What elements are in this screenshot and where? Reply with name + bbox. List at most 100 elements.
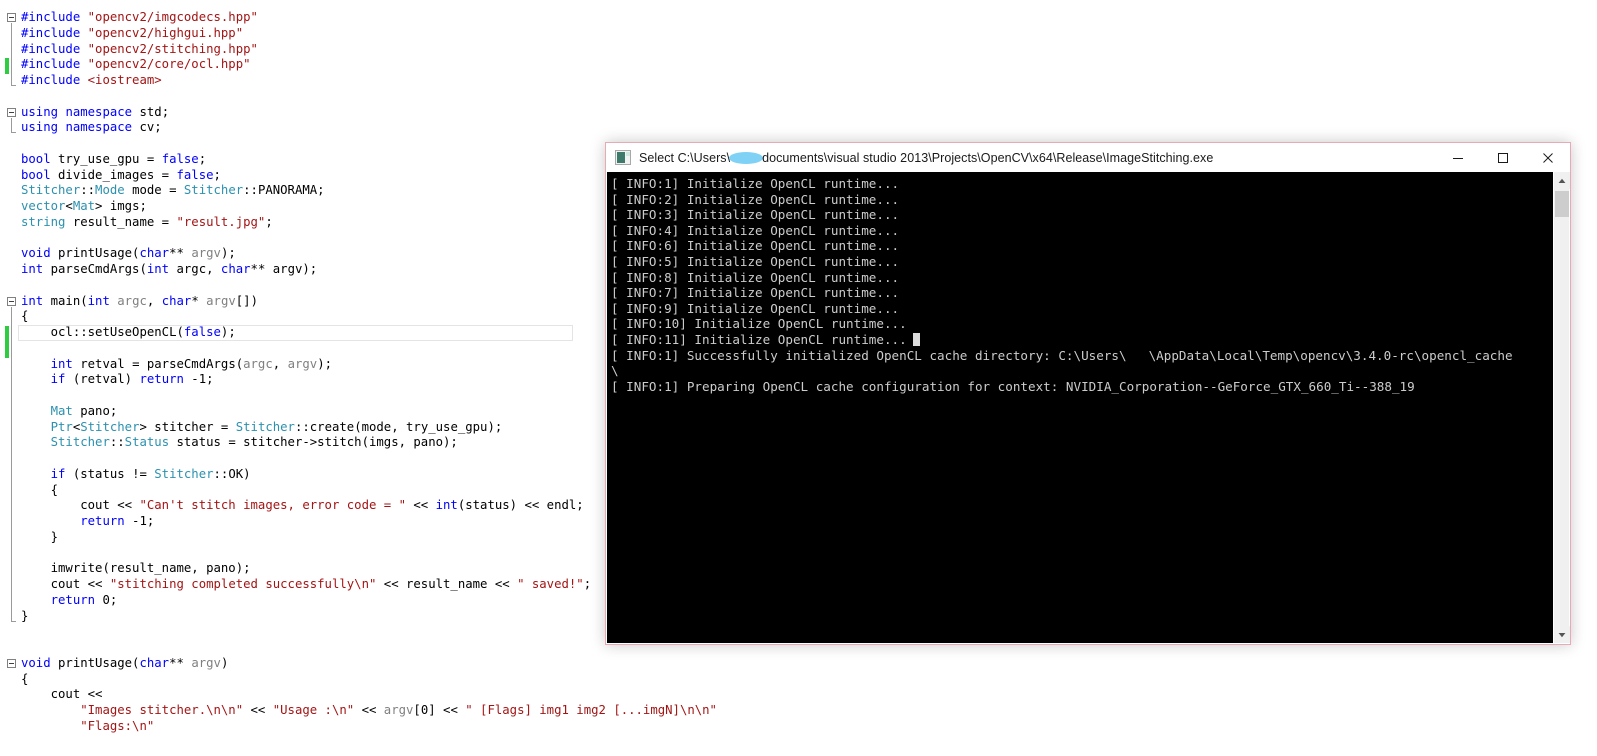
code-line[interactable]: "Flags:\n" [0,719,1597,735]
maximize-icon [1497,152,1508,163]
code-token: cv; [132,120,162,135]
console-vertical-scrollbar[interactable] [1553,172,1570,643]
code-token: ); [220,246,236,261]
code-token: ::PANORAMA; [243,183,325,198]
code-line[interactable]: { [0,672,1597,688]
code-token: return [139,372,184,387]
code-token: ** argv); [250,262,318,276]
scrollbar-down-arrow[interactable] [1554,626,1570,643]
code-line[interactable]: void printUsage(char** argv) [0,656,1597,672]
console-line: [ INFO:4] Initialize OpenCL runtime... [611,223,1552,239]
scrollbar-thumb[interactable] [1555,191,1569,217]
code-token: :: [109,435,125,450]
console-window[interactable]: Select C:\Users\ documents\visual studio … [605,142,1571,645]
console-line-text: \AppData\Local\Temp\opencv\3.4.0-rc\open… [1148,347,1513,363]
console-titlebar[interactable]: Select C:\Users\ documents\visual studio … [606,143,1570,172]
code-line[interactable]: using namespace std; [0,105,1597,121]
code-token: mode = [124,183,184,198]
code-token: ** [169,246,192,261]
code-line[interactable]: #include "opencv2/imgcodecs.hpp" [0,10,1597,26]
code-token: Status [124,435,170,450]
code-token: #include [21,57,88,72]
code-token: cout << [80,498,140,513]
code-token: 0; [95,592,118,607]
code-token: ::OK) [213,466,251,481]
code-token: return [80,514,125,528]
code-token: result_name = [65,214,177,229]
code-token: << [243,703,273,717]
code-token: void [21,655,51,670]
maximize-button[interactable] [1480,143,1525,172]
scrollbar-track[interactable] [1554,189,1569,626]
code-token: ); [317,356,332,371]
minimize-button[interactable] [1435,143,1480,172]
code-token: if [50,372,66,387]
console-line-text: [ INFO:11] Initialize OpenCL runtime... [611,331,907,347]
code-token: "result.jpg" [176,214,266,229]
code-token: " saved!" [517,577,584,591]
code-token: argv [191,246,221,261]
code-token: Stitcher [80,419,140,434]
code-token: namespace [65,120,133,135]
console-line: [ INFO:10] Initialize OpenCL runtime... [611,316,1552,332]
code-token: char [161,293,192,308]
console-line-text: [ INFO:1] Initialize OpenCL runtime... [611,176,900,191]
code-token: (status) << endl; [457,498,584,513]
console-line: [ INFO:6] Initialize OpenCL runtime... [611,238,1552,254]
console-line: [ INFO:8] Initialize OpenCL runtime... [611,270,1552,286]
window-controls[interactable] [1435,143,1570,172]
code-token: vector [21,199,66,213]
code-token: ; [213,167,221,182]
code-token: "Usage :\n" [272,703,355,717]
code-token: ) [220,655,229,670]
code-token: int [21,262,44,276]
code-token: namespace [65,104,133,119]
code-token: string [21,214,66,229]
code-token: ; [265,214,273,229]
console-output-area[interactable]: [ INFO:1] Initialize OpenCL runtime...[ … [607,172,1569,643]
scrollbar-up-arrow[interactable] [1554,172,1570,189]
console-text-lines: [ INFO:1] Initialize OpenCL runtime...[ … [611,176,1552,394]
console-line-text: [ INFO:1] Preparing OpenCL cache configu… [611,378,1415,394]
code-line[interactable] [0,89,1597,105]
code-token: Mat [50,403,73,418]
code-line[interactable]: #include "opencv2/stitching.hpp" [0,42,1597,58]
code-token: ** [169,655,192,670]
chevron-up-icon [1558,178,1566,183]
code-line[interactable]: #include "opencv2/core/ocl.hpp" [0,57,1597,73]
close-button[interactable] [1525,143,1570,172]
code-line[interactable]: using namespace cv; [0,120,1597,136]
code-line[interactable]: "Images stitcher.\n\n" << "Usage :\n" <<… [0,703,1597,719]
code-token: Mat [72,199,96,213]
console-title-suffix: documents\visual studio 2013\Projects\Op… [762,150,1214,165]
code-token: (retval) [65,372,140,387]
code-token: "opencv2/imgcodecs.hpp" [87,10,258,24]
console-line: [ INFO:1] Initialize OpenCL runtime... [611,176,1552,192]
code-token: #include [21,10,88,24]
code-line[interactable]: #include "opencv2/highgui.hpp" [0,26,1597,42]
code-line[interactable]: cout << [0,687,1597,703]
code-token: Stitcher [183,183,244,198]
code-token: "Flags:\n" [80,718,155,733]
code-token: "Images stitcher.\n\n" [80,703,244,717]
code-token: ; [198,151,207,166]
username-redaction-block [1126,347,1149,364]
code-line[interactable]: #include <iostream> [0,73,1597,89]
code-token: int [435,498,458,513]
console-line-text: [ INFO:2] Initialize OpenCL runtime... [611,191,900,207]
code-token: parseCmdArgs( [43,262,147,276]
code-token: Stitcher [235,419,295,434]
code-token: -1; [124,514,155,528]
code-token: > imgs; [95,199,147,213]
code-token: int [146,262,170,276]
